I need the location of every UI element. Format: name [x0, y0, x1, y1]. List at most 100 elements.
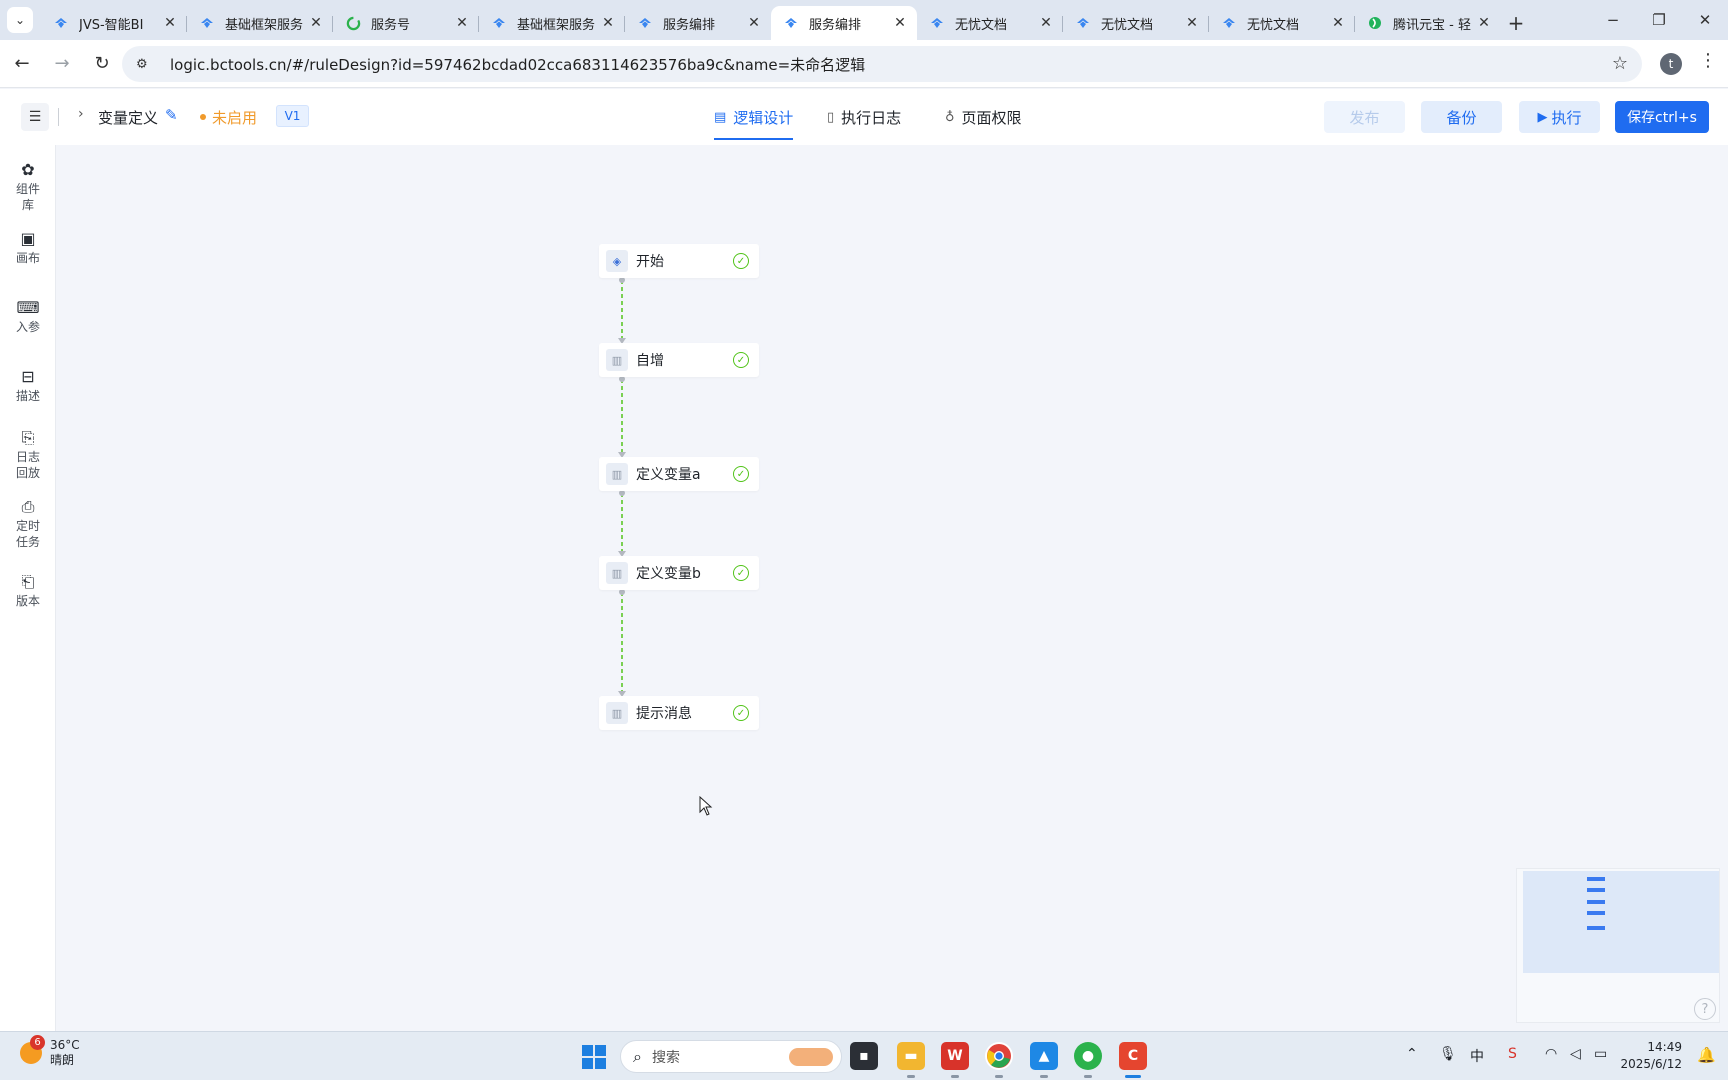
reload-button[interactable]: ↻ [84, 46, 120, 82]
volume-icon[interactable]: ◁ [1570, 1046, 1581, 1062]
battery-icon[interactable]: ▭ [1594, 1046, 1607, 1062]
close-icon[interactable]: ✕ [1183, 15, 1201, 31]
taskbar-search[interactable]: ⌕ 搜索 [620, 1040, 842, 1073]
photos-app-icon[interactable]: ▲ [1030, 1042, 1058, 1078]
close-icon[interactable]: ✕ [1037, 15, 1055, 31]
browser-tab[interactable]: 基础框架服务 ✕ [187, 6, 333, 40]
tab-title: 腾讯元宝 - 轻 [1393, 17, 1471, 33]
execute-button[interactable]: ▶ 执行 [1519, 101, 1600, 133]
flow-node-increment[interactable]: ▥ 自增 ✓ [599, 343, 759, 377]
wechat-icon[interactable]: ● [1074, 1042, 1102, 1078]
sidebar-item-params[interactable]: ⌨ 入参 [0, 299, 56, 335]
close-icon[interactable]: ✕ [161, 15, 179, 31]
canvas-minimap[interactable] [1516, 868, 1720, 1023]
address-bar[interactable]: ⚙ logic.bctools.cn/#/ruleDesign?id=59746… [122, 46, 1642, 82]
sidebar-item-canvas[interactable]: ▣ 画布 [0, 230, 56, 266]
tab-page-permission[interactable]: ♁ 页面权限 [945, 107, 1022, 128]
notification-bell-icon[interactable]: 🔔 [1697, 1046, 1716, 1064]
node-type-icon: ▥ [606, 702, 628, 724]
sidebar-item-components[interactable]: ✿ 组件库 [0, 161, 56, 213]
close-icon[interactable]: ✕ [307, 15, 325, 31]
app-header: ☰ › 变量定义 ✎ 未启用 V1 ▤ 逻辑设计 ▯ 执行日志 ♁ 页面权限 发… [0, 89, 1728, 145]
flow-node-define-var-b[interactable]: ▥ 定义变量b ✓ [599, 556, 759, 590]
wechat-icon [345, 15, 361, 31]
tab-logic-design[interactable]: ▤ 逻辑设计 [714, 107, 794, 140]
search-icon: ⌕ [633, 1046, 642, 1066]
browser-tab[interactable]: 服务号 ✕ [333, 6, 479, 40]
status-text: 未启用 [212, 109, 258, 127]
backup-button[interactable]: 备份 [1421, 101, 1502, 133]
node-type-icon: ▥ [606, 463, 628, 485]
tab-title: 无忧文档 [955, 17, 1008, 33]
close-window-icon[interactable]: ✕ [1682, 0, 1728, 40]
publish-button[interactable]: 发布 [1324, 101, 1405, 133]
bookmark-star-icon[interactable]: ☆ [1612, 53, 1628, 74]
minimap-viewport[interactable] [1523, 871, 1719, 973]
back-button[interactable]: ← [4, 46, 40, 82]
minimize-icon[interactable]: − [1590, 0, 1636, 40]
close-icon[interactable]: ✕ [891, 15, 909, 31]
close-icon[interactable]: ✕ [599, 15, 617, 31]
save-button[interactable]: 保存ctrl+s [1615, 101, 1709, 133]
ime-indicator[interactable]: 中 [1470, 1046, 1484, 1066]
flow-node-prompt-message[interactable]: ▥ 提示消息 ✓ [599, 696, 759, 730]
tab-execution-log[interactable]: ▯ 执行日志 [827, 107, 901, 128]
windows-start-icon[interactable] [582, 1045, 606, 1069]
sun-icon: 6 [20, 1035, 45, 1064]
new-tab-button[interactable]: + [1501, 6, 1531, 40]
sidebar-item-description[interactable]: ⊟ 描述 [0, 368, 56, 404]
sidebar-item-version[interactable]: ⎗ 版本 [0, 573, 56, 609]
browser-tab[interactable]: 服务编排 ✕ [625, 6, 771, 40]
flow-edge [618, 490, 626, 557]
weather-widget[interactable]: 6 36°C 晴朗 [20, 1035, 80, 1068]
search-highlight-image [789, 1048, 833, 1066]
close-icon[interactable]: ✕ [1475, 15, 1493, 31]
site-settings-icon[interactable]: ⚙ [136, 57, 156, 72]
browser-tab-strip: ⌄ JVS-智能BI ✕ 基础框架服务 ✕ 服务号 ✕ 基础框架服务 ✕ 服务编… [0, 0, 1728, 40]
system-clock[interactable]: 14:49 2025/6/12 [1612, 1039, 1682, 1073]
close-icon[interactable]: ✕ [453, 15, 471, 31]
browser-tab[interactable]: 腾讯元宝 - 轻 ✕ [1355, 6, 1501, 40]
restore-icon[interactable]: ❐ [1636, 0, 1682, 40]
sidebar-item-label: 组件库 [15, 182, 40, 212]
reload-icon: ↻ [94, 53, 110, 74]
browser-tab[interactable]: 基础框架服务 ✕ [479, 6, 625, 40]
sidebar-item-log-replay[interactable]: ⎘ 日志回放 [0, 429, 56, 481]
browser-tab-active[interactable]: 服务编排 ✕ [771, 6, 917, 40]
browser-tab[interactable]: 无忧文档 ✕ [1209, 6, 1355, 40]
profile-avatar[interactable]: t [1660, 53, 1682, 75]
flow-node-start[interactable]: ◈ 开始 ✓ [599, 244, 759, 278]
flow-node-define-var-a[interactable]: ▥ 定义变量a ✓ [599, 457, 759, 491]
tab-search-menu-button[interactable]: ⌄ [7, 7, 33, 33]
chrome-icon[interactable] [985, 1042, 1013, 1078]
divider [58, 108, 59, 126]
wifi-icon[interactable]: ◠ [1545, 1046, 1557, 1062]
flow-canvas[interactable]: ◈ 开始 ✓ ▥ 自增 ✓ ▥ 定义变量a ✓ ▥ 定义变量b ✓ ▥ 提示消息… [57, 145, 1728, 1031]
menu-toggle-button[interactable]: ☰ [21, 103, 49, 131]
sogou-icon[interactable]: S [1508, 1046, 1517, 1062]
clock-date: 2025/6/12 [1620, 1057, 1682, 1071]
url-text[interactable]: logic.bctools.cn/#/ruleDesign?id=597462b… [170, 54, 865, 75]
sidebar-item-label: 入参 [15, 320, 40, 334]
help-icon[interactable]: ? [1694, 998, 1716, 1020]
close-icon[interactable]: ✕ [1329, 15, 1347, 31]
browser-tab[interactable]: 无忧文档 ✕ [917, 6, 1063, 40]
chevron-right-icon[interactable]: › [78, 106, 84, 122]
forward-button[interactable]: → [44, 46, 80, 82]
browser-tab[interactable]: JVS-智能BI ✕ [41, 6, 187, 40]
close-icon[interactable]: ✕ [745, 15, 763, 31]
tab-title: 服务编排 [663, 17, 716, 33]
more-menu-icon[interactable]: ⋮ [1696, 50, 1720, 78]
clock-time: 14:49 [1647, 1040, 1682, 1054]
sidebar-item-scheduled-task[interactable]: ⎙ 定时任务 [0, 498, 56, 550]
browser-tab[interactable]: 无忧文档 ✕ [1063, 6, 1209, 40]
jvs-logo-icon [783, 15, 799, 31]
check-circle-icon: ✓ [733, 253, 749, 269]
task-view-icon[interactable]: ▪ [850, 1042, 878, 1070]
chevron-up-icon[interactable]: ⌃ [1406, 1046, 1418, 1062]
edit-icon[interactable]: ✎ [165, 106, 178, 124]
file-explorer-icon[interactable]: ▬ [897, 1042, 925, 1078]
microphone-icon[interactable]: 🎙 [1439, 1046, 1457, 1062]
active-app-icon[interactable]: C [1119, 1042, 1147, 1078]
wps-office-icon[interactable]: W [941, 1042, 969, 1078]
